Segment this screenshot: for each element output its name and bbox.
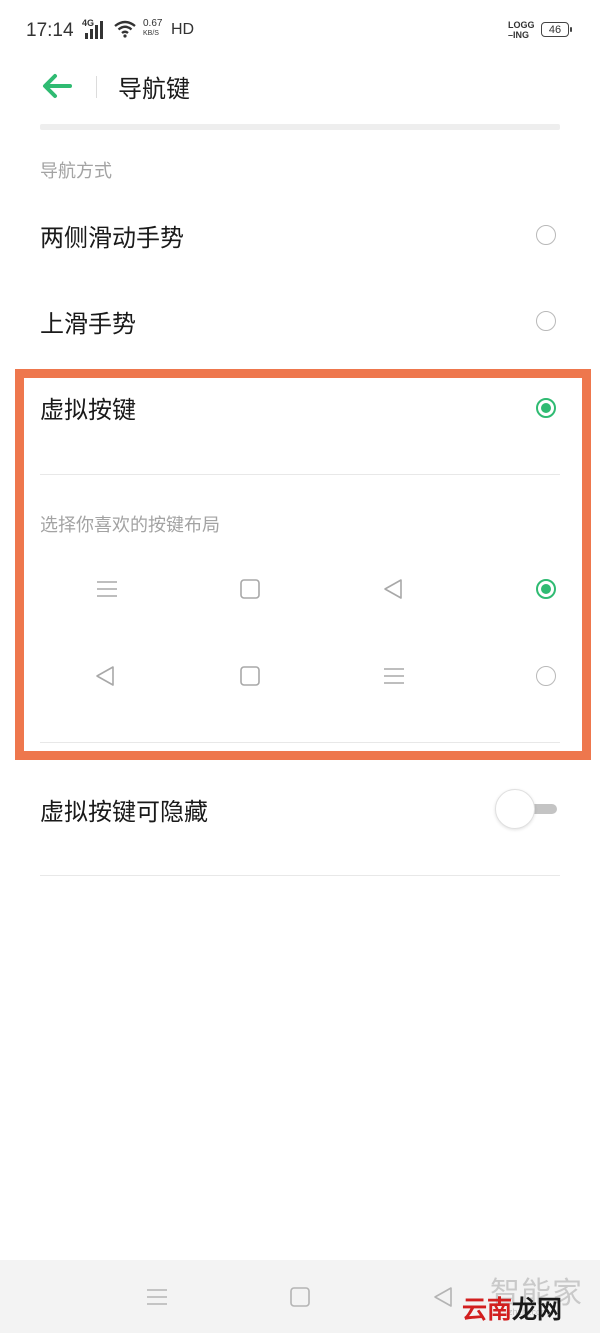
layout-option-2[interactable]	[0, 640, 600, 710]
home-square-icon	[240, 579, 260, 599]
hide-keys-label: 虚拟按键可隐藏	[40, 798, 208, 826]
nav-menu-icon[interactable]	[146, 1287, 168, 1307]
header-divider	[96, 76, 97, 98]
hide-keys-toggle[interactable]	[495, 789, 561, 829]
back-triangle-icon	[384, 579, 402, 599]
speed-value: 0.67	[143, 18, 163, 29]
radio-button[interactable]	[536, 666, 556, 686]
nav-home-icon[interactable]	[290, 1287, 310, 1307]
option-gesture-both-sides[interactable]: 两侧滑动手势	[0, 196, 600, 276]
section-label-navigation-mode: 导航方式	[40, 161, 112, 182]
status-bar: 17:14 4G 0.67 KB/S HD LOGG –ING 46	[0, 0, 600, 60]
section-label-key-layout: 选择你喜欢的按键布局	[40, 515, 220, 536]
hd-indicator: HD	[171, 21, 195, 38]
option-label: 上滑手势	[40, 310, 136, 338]
battery-icon: 46	[541, 22, 572, 37]
logging-top: LOGG	[508, 20, 535, 30]
option-label: 两侧滑动手势	[40, 224, 184, 252]
divider	[40, 875, 560, 876]
battery-level: 46	[548, 24, 562, 36]
header-separator	[40, 124, 560, 130]
toggle-knob	[495, 789, 535, 829]
network-speed: 0.67 KB/S	[143, 19, 162, 38]
speed-unit: KB/S	[143, 30, 159, 37]
back-arrow-icon	[43, 74, 72, 98]
divider	[40, 742, 560, 743]
radio-button-selected[interactable]	[536, 398, 556, 418]
page-title: 导航键	[118, 75, 190, 103]
back-button[interactable]	[38, 70, 78, 102]
menu-icon	[97, 581, 117, 597]
nav-back-icon[interactable]	[432, 1286, 454, 1308]
radio-button-selected[interactable]	[536, 579, 556, 599]
radio-button[interactable]	[536, 225, 556, 245]
option-gesture-swipe-up[interactable]: 上滑手势	[0, 282, 600, 362]
home-square-icon	[240, 666, 260, 686]
wifi-icon	[114, 20, 136, 38]
layout-option-1[interactable]	[0, 554, 600, 624]
cell-signal-icon	[85, 21, 103, 39]
status-time: 17:14	[26, 20, 74, 41]
logging-bottom: –ING	[508, 30, 530, 40]
option-label: 虚拟按键	[40, 396, 136, 424]
app-header: 导航键	[0, 60, 600, 120]
system-navigation-bar	[0, 1260, 600, 1333]
divider	[40, 474, 560, 475]
option-virtual-keys[interactable]: 虚拟按键	[0, 368, 600, 448]
logging-indicator: LOGG –ING	[508, 20, 535, 40]
radio-button[interactable]	[536, 311, 556, 331]
back-triangle-icon	[96, 666, 114, 686]
menu-icon	[384, 668, 404, 684]
